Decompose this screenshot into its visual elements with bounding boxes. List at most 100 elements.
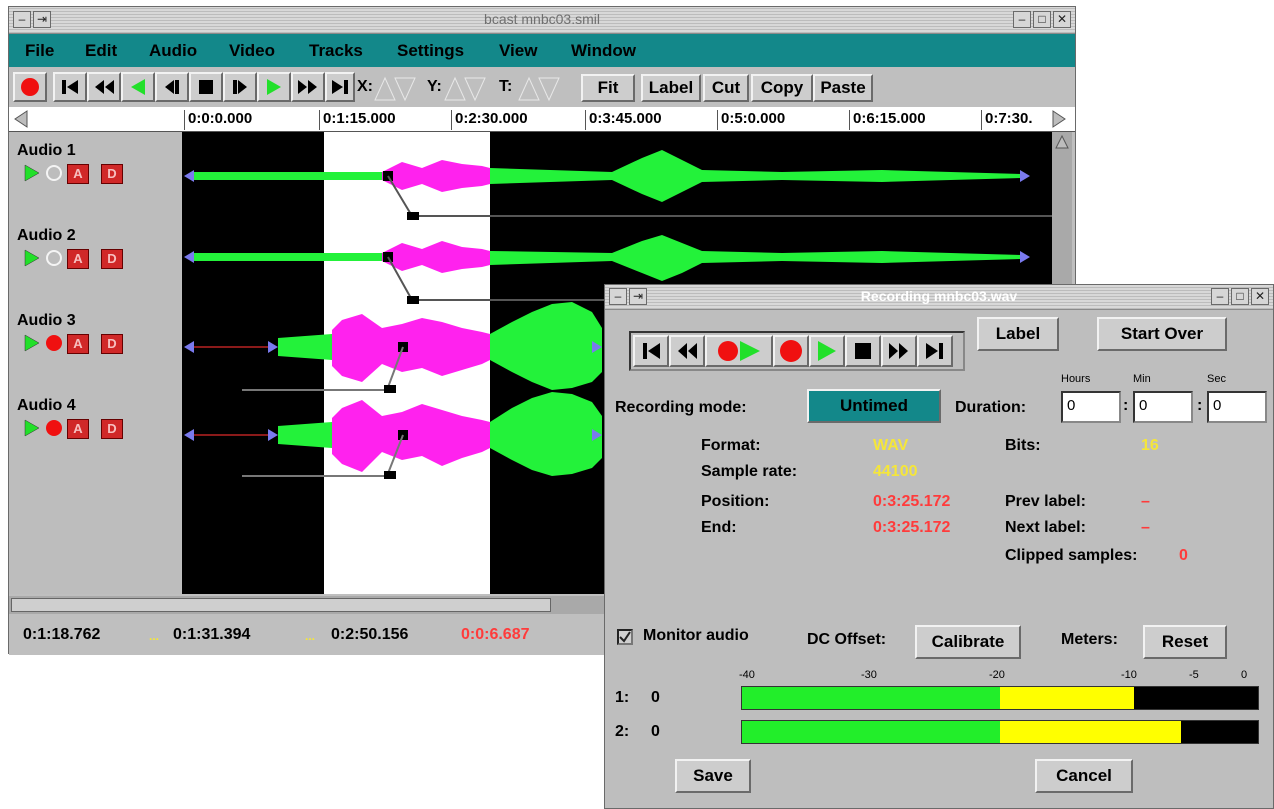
play-button[interactable]	[257, 72, 291, 102]
track-d-toggle[interactable]: D	[101, 334, 123, 354]
scroll-up-icon[interactable]	[1054, 134, 1070, 150]
t-spin-arrows-icon[interactable]	[517, 74, 561, 102]
envelope-point[interactable]	[407, 296, 419, 304]
timeline-ruler[interactable]: 0:0:0.000 0:1:15.000 0:2:30.000 0:3:45.0…	[9, 107, 1075, 132]
menu-edit[interactable]: Edit	[85, 41, 117, 61]
prev-label-value: –	[1141, 493, 1150, 510]
clip-start-marker-icon[interactable]	[184, 341, 194, 353]
record-button[interactable]	[13, 72, 47, 102]
track-play-icon[interactable]	[23, 334, 41, 352]
meter-scale-label: 0	[1241, 669, 1248, 681]
monitor-audio-checkbox[interactable]	[617, 629, 633, 645]
fast-rewind-button[interactable]	[87, 72, 121, 102]
minimize-button[interactable]: –	[1013, 11, 1031, 28]
meters-reset-button[interactable]: Reset	[1143, 625, 1227, 659]
record-and-play-button[interactable]	[705, 335, 773, 367]
scroll-right-icon[interactable]	[1051, 109, 1067, 129]
next-label-value: –	[1141, 519, 1150, 536]
x-spin-arrows-icon[interactable]	[373, 74, 417, 102]
track-play-icon[interactable]	[23, 419, 41, 437]
menu-window[interactable]: Window	[571, 41, 636, 61]
save-button[interactable]: Save	[675, 759, 751, 793]
minimize-button[interactable]: –	[1211, 288, 1229, 305]
track-play-icon[interactable]	[23, 249, 41, 267]
clip-start-marker-icon[interactable]	[184, 251, 194, 263]
bits-value: 16	[1141, 437, 1159, 454]
track-d-toggle[interactable]: D	[101, 164, 123, 184]
duration-min-field[interactable]: 0	[1133, 391, 1193, 423]
wave-segment	[490, 302, 602, 390]
clip-end-marker-icon[interactable]	[1020, 170, 1030, 182]
frame-back-button[interactable]	[155, 72, 189, 102]
rec-record-button[interactable]	[773, 335, 809, 367]
cut-button[interactable]: Cut	[703, 74, 749, 102]
y-spin-arrows-icon[interactable]	[443, 74, 487, 102]
record-arm-on-icon[interactable]	[45, 334, 63, 352]
copy-button[interactable]: Copy	[751, 74, 813, 102]
format-value: WAV	[873, 437, 909, 454]
cancel-button[interactable]: Cancel	[1035, 759, 1133, 793]
maximize-button[interactable]: □	[1033, 11, 1051, 28]
frame-forward-button[interactable]	[223, 72, 257, 102]
track-d-toggle[interactable]: D	[101, 249, 123, 269]
scroll-left-icon[interactable]	[13, 109, 29, 129]
track-a-toggle[interactable]: A	[67, 334, 89, 354]
recording-dialog: – ⇥ Recording mnbc03.wav – □ ✕ Label Sta…	[604, 284, 1274, 809]
track-a-toggle[interactable]: A	[67, 249, 89, 269]
horizontal-scroll-thumb[interactable]	[11, 598, 551, 612]
goto-end-button[interactable]	[325, 72, 355, 102]
track-a-toggle[interactable]: A	[67, 419, 89, 439]
track-d-toggle[interactable]: D	[101, 419, 123, 439]
start-over-button[interactable]: Start Over	[1097, 317, 1227, 351]
hours-header: Hours	[1061, 373, 1091, 385]
goto-start-button[interactable]	[53, 72, 87, 102]
clip-end-marker-icon[interactable]	[268, 429, 278, 441]
record-arm-off-icon[interactable]	[45, 249, 63, 267]
transport-toolbar: X: Y: T: Fit Label Cut Copy Paste	[9, 68, 1075, 106]
wave-segment	[490, 150, 1022, 202]
rec-play-button[interactable]	[809, 335, 845, 367]
rec-rewind-button[interactable]	[669, 335, 705, 367]
main-titlebar[interactable]: – ⇥ bcast mnbc03.smil – □ ✕	[9, 7, 1075, 34]
rec-fast-forward-button[interactable]	[881, 335, 917, 367]
close-button[interactable]: ✕	[1251, 288, 1269, 305]
recording-titlebar[interactable]: – ⇥ Recording mnbc03.wav – □ ✕	[605, 285, 1273, 310]
envelope-point[interactable]	[384, 385, 396, 393]
rec-label-button[interactable]: Label	[977, 317, 1059, 351]
rec-goto-start-button[interactable]	[633, 335, 669, 367]
record-arm-off-icon[interactable]	[45, 164, 63, 182]
clip-end-marker-icon[interactable]	[1020, 251, 1030, 263]
clip-end-marker-icon[interactable]	[268, 341, 278, 353]
maximize-button[interactable]: □	[1231, 288, 1249, 305]
fit-button[interactable]: Fit	[581, 74, 635, 102]
envelope-point[interactable]	[384, 471, 396, 479]
t-label: T:	[499, 78, 513, 95]
track-a-toggle[interactable]: A	[67, 164, 89, 184]
menu-settings[interactable]: Settings	[397, 41, 464, 61]
duration-hours-field[interactable]: 0	[1061, 391, 1121, 423]
menu-audio[interactable]: Audio	[149, 41, 197, 61]
rec-stop-button[interactable]	[845, 335, 881, 367]
menu-tracks[interactable]: Tracks	[309, 41, 363, 61]
record-icon	[21, 78, 39, 96]
clip-start-marker-icon[interactable]	[184, 429, 194, 441]
play-reverse-button[interactable]	[121, 72, 155, 102]
label-button[interactable]: Label	[641, 74, 701, 102]
record-arm-on-icon[interactable]	[45, 419, 63, 437]
clip-start-marker-icon[interactable]	[184, 170, 194, 182]
menu-video[interactable]: Video	[229, 41, 275, 61]
menu-file[interactable]: File	[25, 41, 54, 61]
envelope-point[interactable]	[407, 212, 419, 220]
duration-sec-field[interactable]: 0	[1207, 391, 1267, 423]
menu-view[interactable]: View	[499, 41, 537, 61]
rec-goto-end-button[interactable]	[917, 335, 953, 367]
stop-button[interactable]	[189, 72, 223, 102]
meter-bar-1	[741, 686, 1259, 710]
paste-button[interactable]: Paste	[813, 74, 873, 102]
fast-forward-button[interactable]	[291, 72, 325, 102]
recording-mode-selector[interactable]: Untimed	[807, 389, 941, 423]
close-button[interactable]: ✕	[1053, 11, 1071, 28]
wave-segment	[278, 334, 332, 360]
calibrate-button[interactable]: Calibrate	[915, 625, 1021, 659]
track-play-icon[interactable]	[23, 164, 41, 182]
